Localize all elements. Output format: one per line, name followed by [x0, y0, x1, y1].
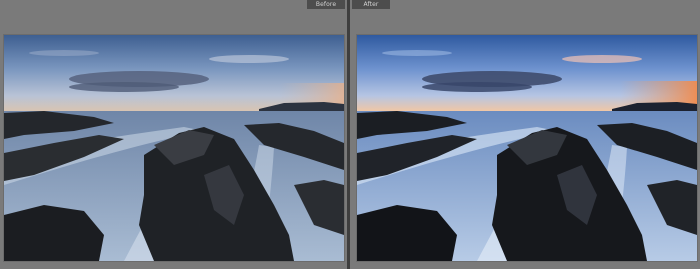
after-photo[interactable] [356, 34, 698, 262]
before-label[interactable]: Before [307, 0, 345, 9]
after-photo-image [357, 35, 697, 261]
before-pane: Before [0, 0, 348, 269]
before-after-compare-view: Before After [0, 0, 700, 269]
after-pane: After [350, 0, 700, 269]
after-label[interactable]: After [352, 0, 390, 9]
before-photo[interactable] [3, 34, 345, 262]
before-photo-image [4, 35, 344, 261]
